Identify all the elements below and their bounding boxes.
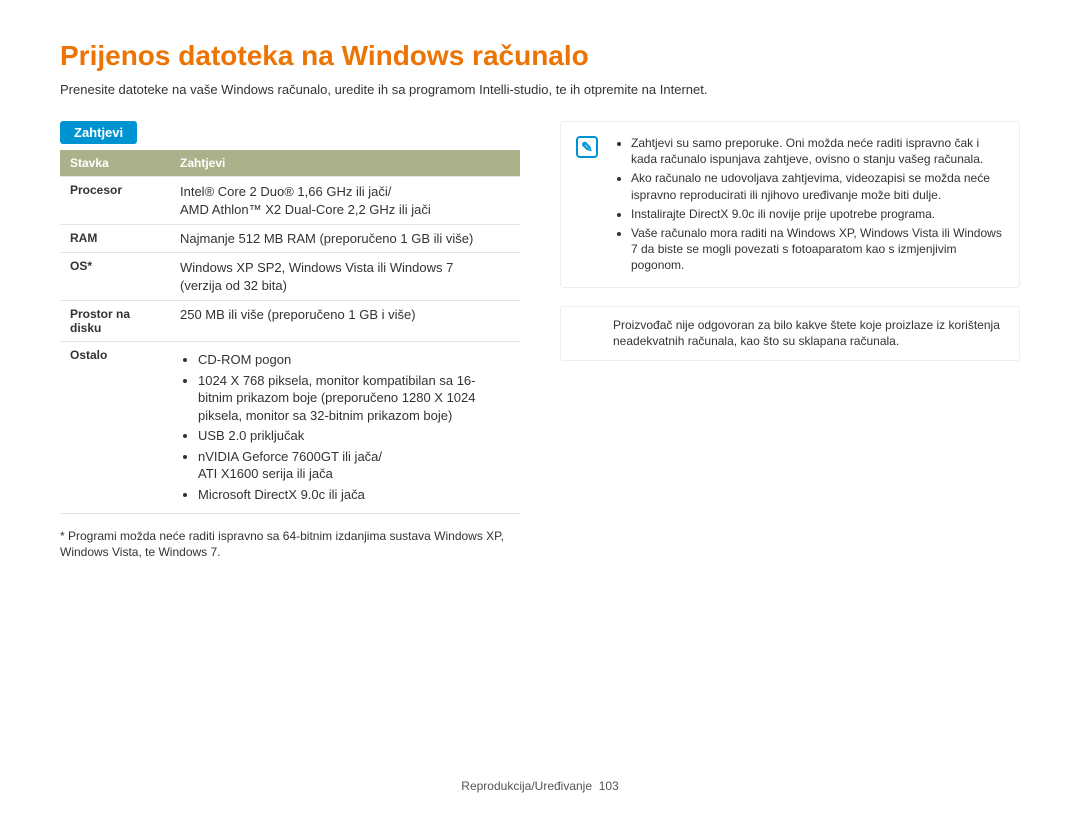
note-item: Vaše računalo mora raditi na Windows XP,…	[631, 225, 1007, 274]
intro-text: Prenesite datoteke na vaše Windows račun…	[60, 82, 1020, 97]
table-row: RAM Najmanje 512 MB RAM (preporučeno 1 G…	[60, 225, 520, 253]
list-item: USB 2.0 priključak	[198, 427, 510, 445]
section-label: Zahtjevi	[60, 121, 137, 144]
right-column: ✎ Zahtjevi su samo preporuke. Oni možda …	[560, 121, 1020, 560]
col-header-stavka: Stavka	[60, 150, 170, 177]
note-item: Instalirajte DirectX 9.0c ili novije pri…	[631, 206, 1007, 222]
table-row: OS* Windows XP SP2, Windows Vista ili Wi…	[60, 253, 520, 301]
list-item: Microsoft DirectX 9.0c ili jača	[198, 486, 510, 504]
warning-text: Proizvođač nije odgovoran za bilo kakve …	[613, 317, 1007, 351]
list-item: nVIDIA Geforce 7600GT ili jača/ ATI X160…	[198, 448, 510, 483]
row-value-ram: Najmanje 512 MB RAM (preporučeno 1 GB il…	[170, 225, 520, 253]
row-value-procesor: Intel® Core 2 Duo® 1,66 GHz ili jači/ AM…	[170, 177, 520, 225]
footnote: * Programi možda neće raditi ispravno sa…	[60, 528, 520, 560]
table-row: Prostor na disku 250 MB ili više (prepor…	[60, 301, 520, 342]
footer-page-number: 103	[599, 779, 619, 793]
procesor-line1: Intel® Core 2 Duo® 1,66 GHz ili jači/	[180, 184, 391, 199]
table-row: Ostalo CD-ROM pogon 1024 X 768 piksela, …	[60, 342, 520, 513]
note-box: ✎ Zahtjevi su samo preporuke. Oni možda …	[560, 121, 1020, 288]
note-item: Ako računalo ne udovoljava zahtjevima, v…	[631, 170, 1007, 202]
row-label-ram: RAM	[60, 225, 170, 253]
row-value-os: Windows XP SP2, Windows Vista ili Window…	[170, 253, 520, 301]
list-item: 1024 X 768 piksela, monitor kompatibilan…	[198, 372, 510, 425]
note-icon: ✎	[576, 136, 598, 158]
list-item: CD-ROM pogon	[198, 351, 510, 369]
col-header-zahtjevi: Zahtjevi	[170, 150, 520, 177]
left-column: Zahtjevi Stavka Zahtjevi Procesor Intel®…	[60, 121, 520, 560]
ostalo-gpu-line2: ATI X1600 serija ili jača	[198, 466, 333, 481]
footer-section: Reprodukcija/Uređivanje	[461, 779, 592, 793]
row-label-ostalo: Ostalo	[60, 342, 170, 513]
requirements-table: Stavka Zahtjevi Procesor Intel® Core 2 D…	[60, 150, 520, 514]
note-item: Zahtjevi su samo preporuke. Oni možda ne…	[631, 135, 1007, 167]
row-label-disk: Prostor na disku	[60, 301, 170, 342]
table-row: Procesor Intel® Core 2 Duo® 1,66 GHz ili…	[60, 177, 520, 225]
row-value-ostalo: CD-ROM pogon 1024 X 768 piksela, monitor…	[170, 342, 520, 513]
ostalo-gpu-line1: nVIDIA Geforce 7600GT ili jača/	[198, 449, 382, 464]
os-line2: (verzija od 32 bita)	[180, 278, 287, 293]
procesor-line2: AMD Athlon™ X2 Dual-Core 2,2 GHz ili jač…	[180, 202, 431, 217]
row-label-os: OS*	[60, 253, 170, 301]
page-title: Prijenos datoteka na Windows računalo	[60, 40, 1020, 72]
table-header-row: Stavka Zahtjevi	[60, 150, 520, 177]
row-label-procesor: Procesor	[60, 177, 170, 225]
warning-box: Proizvođač nije odgovoran za bilo kakve …	[560, 306, 1020, 362]
row-value-disk: 250 MB ili više (preporučeno 1 GB i više…	[170, 301, 520, 342]
os-line1: Windows XP SP2, Windows Vista ili Window…	[180, 260, 453, 275]
page-footer: Reprodukcija/Uređivanje 103	[0, 779, 1080, 793]
